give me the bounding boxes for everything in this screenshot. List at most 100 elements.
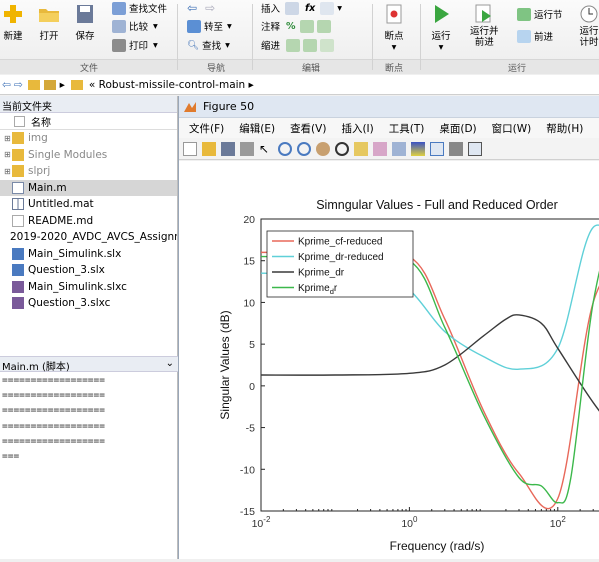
find-button[interactable]: 🔍︎ 查找 ▾ xyxy=(187,37,230,53)
figure-menu-item[interactable]: 编辑(E) xyxy=(239,121,275,136)
expand-icon[interactable]: ⊞ xyxy=(4,167,11,176)
insert-section-icon[interactable] xyxy=(285,1,300,15)
figure-titlebar[interactable]: Figure 50 xyxy=(179,96,599,118)
file-row[interactable]: ⊞ Single Modules xyxy=(0,147,177,164)
breakpoints-icon xyxy=(386,4,402,24)
expand-icon[interactable]: ⊞ xyxy=(4,150,11,159)
increase-indent-icon[interactable] xyxy=(303,38,318,52)
up-folder-icon[interactable] xyxy=(27,79,40,90)
figure-menu-item[interactable]: 帮助(H) xyxy=(546,121,583,136)
file-row[interactable]: Main_Simulink.slxc xyxy=(0,279,177,296)
back-arrow-icon[interactable]: ⇦ xyxy=(187,1,197,15)
file-row[interactable]: Main_Simulink.slx xyxy=(0,246,177,263)
back-forward-buttons[interactable]: ⇦ ⇨ xyxy=(187,0,215,16)
percent-icon[interactable]: % xyxy=(286,21,296,32)
smart-indent-icon[interactable] xyxy=(286,38,301,52)
current-path[interactable]: « Robust-missile-control-main ▸ xyxy=(89,79,254,91)
file-name: README.md xyxy=(28,214,94,227)
open-label: 打开 xyxy=(39,31,59,42)
file-row[interactable]: Main.m xyxy=(0,179,177,196)
breakpoints-label: 断点 xyxy=(384,31,404,42)
group-divider xyxy=(420,4,421,70)
decrease-indent-icon[interactable] xyxy=(320,38,335,52)
back-nav-icon[interactable]: ⇦ xyxy=(2,79,11,91)
goto-dropdown-icon[interactable]: ▾ xyxy=(227,21,232,32)
print-dropdown-icon[interactable]: ▾ xyxy=(153,40,158,51)
wrap-comment-icon[interactable] xyxy=(299,19,314,33)
pointer-icon[interactable]: ↖ xyxy=(259,142,273,156)
figure-menu-item[interactable]: 桌面(D) xyxy=(439,121,476,136)
goto-button[interactable]: 转至 ▾ xyxy=(187,18,232,34)
fx-icon[interactable]: fx xyxy=(305,3,315,14)
run-dropdown-icon[interactable]: ▾ xyxy=(439,42,444,53)
file-list: ⊞ img ⊞ Single Modules ⊞ slprj Main.m Untitled.… xyxy=(0,130,177,312)
run-and-time-button[interactable]: 运行 计时 xyxy=(578,4,599,48)
figure-menu-item[interactable]: 查看(V) xyxy=(290,121,326,136)
slxc-file-icon xyxy=(12,280,24,293)
zoom-out-icon[interactable] xyxy=(297,141,311,156)
advance-label: 前进 xyxy=(534,32,554,43)
run-and-advance-button[interactable]: 运行并 前进 xyxy=(470,4,499,48)
figure-title: Figure 50 xyxy=(203,100,255,113)
legend-icon[interactable] xyxy=(430,141,444,156)
advance-button[interactable]: 前进 xyxy=(517,28,553,44)
figure-menu-item[interactable]: 窗口(W) xyxy=(492,121,532,136)
save-figure-icon[interactable] xyxy=(221,141,235,156)
show-plot-tools-icon[interactable] xyxy=(468,141,482,156)
link-plot-icon[interactable] xyxy=(392,141,406,156)
find-files-button[interactable]: 查找文件 xyxy=(112,0,167,16)
file-row[interactable]: ⊞ slprj xyxy=(0,163,177,180)
compare-button[interactable]: 比较 ▾ xyxy=(112,18,158,34)
open-button[interactable]: 打开 xyxy=(38,4,60,42)
new-figure-icon[interactable] xyxy=(183,141,197,156)
figure-menu-item[interactable]: 文件(F) xyxy=(189,121,224,136)
breakpoints-button[interactable]: 断点 ▾ xyxy=(383,4,405,53)
figure-menu-item[interactable]: 工具(T) xyxy=(389,121,425,136)
forward-arrow-icon[interactable]: ⇨ xyxy=(205,1,215,15)
comment-button[interactable]: 注释 % xyxy=(261,18,334,34)
save-button[interactable]: 保存 xyxy=(74,4,96,42)
details-collapse-icon[interactable]: ⌄ xyxy=(166,358,174,369)
hide-plot-tools-icon[interactable] xyxy=(449,141,463,156)
run-section-button[interactable]: 运行节 xyxy=(517,6,563,22)
file-group-label: 文件 xyxy=(80,64,99,74)
file-name: Untitled.mat xyxy=(28,198,94,211)
pan-icon[interactable] xyxy=(316,141,330,156)
browse-folder-icon[interactable] xyxy=(43,79,56,90)
breakpoints-dropdown-icon[interactable]: ▾ xyxy=(392,42,397,53)
file-row[interactable]: Question_3.slxc xyxy=(0,295,177,312)
data-cursor-icon[interactable] xyxy=(354,141,368,156)
insert-dropdown-icon[interactable]: ▾ xyxy=(337,3,342,14)
open-file-icon[interactable] xyxy=(202,141,216,156)
brush-icon[interactable] xyxy=(373,141,387,156)
header-checkbox[interactable] xyxy=(14,115,25,127)
find-dropdown-icon[interactable]: ▾ xyxy=(225,40,230,51)
zoom-in-icon[interactable] xyxy=(278,141,292,156)
insert-function-icon[interactable] xyxy=(320,1,335,15)
rotate-3d-icon[interactable] xyxy=(335,141,349,156)
magnifier-icon: 🔍︎ xyxy=(187,39,200,51)
forward-nav-icon[interactable]: ⇨ xyxy=(14,79,23,91)
file-name: slprj xyxy=(28,165,51,178)
figure-menu-item[interactable]: 插入(I) xyxy=(341,121,373,136)
singular-values-chart[interactable]: Simngular Values - Full and Reduced Orde… xyxy=(179,161,599,559)
file-row[interactable]: ⊞ img xyxy=(0,130,177,147)
indent-button[interactable]: 缩进 xyxy=(261,37,337,53)
file-row[interactable]: Untitled.mat xyxy=(0,196,177,213)
uncomment-icon[interactable] xyxy=(316,19,331,33)
compare-dropdown-icon[interactable]: ▾ xyxy=(153,21,158,32)
new-button[interactable]: 新建 xyxy=(2,4,24,42)
file-name: Single Modules xyxy=(28,148,108,161)
details-header[interactable]: Main.m (脚本) ⌄ xyxy=(0,356,178,373)
file-row[interactable]: Question_3.slx xyxy=(0,262,177,279)
print-figure-icon[interactable] xyxy=(240,141,254,156)
expand-icon[interactable]: ⊞ xyxy=(4,134,11,143)
insert-button[interactable]: 插入 fx ▾ xyxy=(261,0,342,16)
file-row[interactable]: 2019-2020_AVDC_AVCS_Assignment.pdf xyxy=(0,229,177,246)
colorbar-icon[interactable] xyxy=(411,141,425,156)
name-column-header[interactable]: 名称 xyxy=(0,113,177,130)
print-button[interactable]: 打印 ▾ xyxy=(112,37,158,53)
figure-menubar: 文件(F) 编辑(E) 查看(V) 插入(I) 工具(T) 桌面(D) 窗口(W) 帮助(H) xyxy=(179,118,599,138)
file-row[interactable]: README.md xyxy=(0,213,177,230)
run-button[interactable]: 运行 ▾ xyxy=(430,4,452,53)
